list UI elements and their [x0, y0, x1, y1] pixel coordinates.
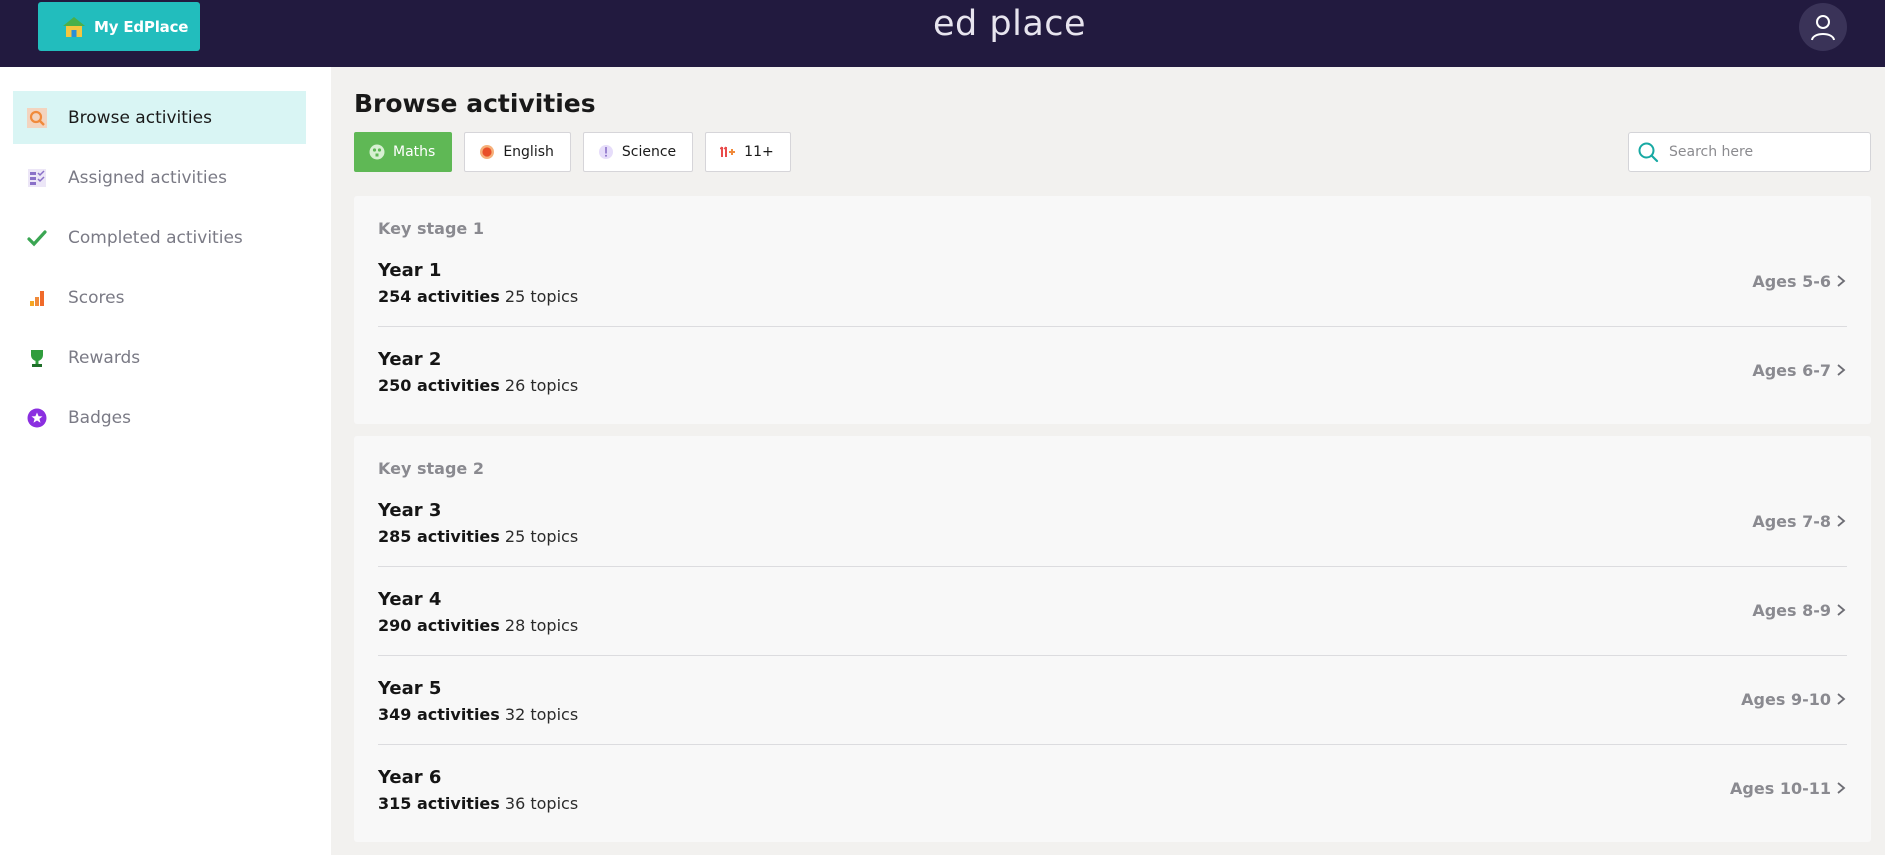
tab-english[interactable]: English: [464, 132, 571, 172]
age-range: Ages 5-6: [1752, 272, 1831, 291]
key-stage-label: Key stage 2: [378, 459, 484, 478]
row-divider: [378, 566, 1847, 567]
year-5-row[interactable]: Year 5 349 activities 32 topics Ages 9-1…: [378, 678, 1847, 767]
year-title: Year 1: [378, 260, 442, 281]
chevron-right-icon: [1837, 515, 1846, 527]
year-title: Year 4: [378, 589, 442, 610]
subject-tabs: Maths English Science 11+: [354, 132, 791, 172]
key-stage-label: Key stage 1: [378, 219, 484, 238]
chevron-right-icon: [1837, 693, 1846, 705]
edplace-logo[interactable]: ed place: [933, 4, 1086, 44]
age-range: Ages 8-9: [1752, 601, 1831, 620]
age-range: Ages 9-10: [1741, 690, 1831, 709]
checklist-icon: [27, 168, 47, 188]
sidebar-item-label: Completed activities: [68, 227, 243, 248]
chevron-right-icon: [1837, 364, 1846, 376]
year-title: Year 6: [378, 767, 442, 788]
topic-count: 25 topics: [504, 287, 579, 306]
search-icon: [1638, 142, 1659, 163]
my-edplace-button[interactable]: My EdPlace: [38, 2, 200, 51]
bar-chart-icon: [27, 288, 47, 308]
sidebar-item-label: Badges: [68, 407, 131, 428]
science-icon: [598, 144, 614, 160]
sidebar-item-assigned-activities[interactable]: Assigned activities: [13, 151, 306, 204]
row-divider: [378, 655, 1847, 656]
tab-label: 11+: [744, 144, 774, 160]
sidebar: Browse activities Assigned activities Co…: [0, 67, 331, 855]
year-2-row[interactable]: Year 2 250 activities 26 topics Ages 6-7: [378, 349, 1847, 438]
sidebar-item-rewards[interactable]: Rewards: [13, 331, 306, 384]
chevron-right-icon: [1837, 604, 1846, 616]
age-range: Ages 10-11: [1730, 779, 1831, 798]
user-icon: [1811, 15, 1835, 41]
sidebar-item-browse-activities[interactable]: Browse activities: [13, 91, 306, 144]
year-title: Year 2: [378, 349, 442, 370]
activity-count: 254 activities: [378, 287, 500, 306]
english-icon: [479, 144, 495, 160]
key-stage-2-card: Key stage 2 Year 3 285 activities 25 top…: [354, 436, 1871, 842]
sidebar-item-label: Assigned activities: [68, 167, 227, 188]
user-avatar-button[interactable]: [1799, 3, 1847, 51]
home-icon: [62, 15, 86, 39]
sidebar-item-badges[interactable]: Badges: [13, 391, 306, 444]
maths-icon: [369, 144, 385, 160]
year-stats: 285 activities 25 topics: [378, 527, 578, 546]
topic-count: 36 topics: [504, 794, 579, 813]
activity-count: 290 activities: [378, 616, 500, 635]
year-title: Year 5: [378, 678, 442, 699]
sidebar-item-label: Browse activities: [68, 107, 212, 128]
activity-count: 285 activities: [378, 527, 500, 546]
tab-label: English: [503, 144, 554, 160]
chevron-right-icon: [1837, 275, 1846, 287]
year-stats: 315 activities 36 topics: [378, 794, 578, 813]
year-stats: 250 activities 26 topics: [378, 376, 578, 395]
year-stats: 254 activities 25 topics: [378, 287, 578, 306]
search-box[interactable]: [1628, 132, 1871, 172]
topic-count: 28 topics: [504, 616, 579, 635]
tab-eleven-plus[interactable]: 11+: [705, 132, 791, 172]
activity-count: 315 activities: [378, 794, 500, 813]
topic-count: 25 topics: [504, 527, 579, 546]
activity-count: 250 activities: [378, 376, 500, 395]
topic-count: 32 topics: [504, 705, 579, 724]
sidebar-item-label: Scores: [68, 287, 125, 308]
row-divider: [378, 326, 1847, 327]
year-6-row[interactable]: Year 6 315 activities 36 topics Ages 10-…: [378, 767, 1847, 855]
activity-count: 349 activities: [378, 705, 500, 724]
year-4-row[interactable]: Year 4 290 activities 28 topics Ages 8-9: [378, 589, 1847, 678]
my-edplace-label: My EdPlace: [94, 17, 189, 36]
tab-science[interactable]: Science: [582, 132, 694, 172]
search-icon: [27, 107, 47, 128]
trophy-icon: [27, 348, 47, 368]
check-icon: [27, 228, 47, 248]
eleven-plus-icon: [720, 144, 736, 160]
search-input[interactable]: [1669, 144, 1859, 160]
year-stats: 290 activities 28 topics: [378, 616, 578, 635]
year-title: Year 3: [378, 500, 442, 521]
sidebar-item-label: Rewards: [68, 347, 141, 368]
row-divider: [378, 744, 1847, 745]
sidebar-item-completed-activities[interactable]: Completed activities: [13, 211, 306, 264]
sidebar-item-scores[interactable]: Scores: [13, 271, 306, 324]
age-range: Ages 7-8: [1752, 512, 1831, 531]
year-1-row[interactable]: Year 1 254 activities 25 topics Ages 5-6: [378, 260, 1847, 349]
top-header: My EdPlace ed place: [0, 0, 1885, 67]
age-range: Ages 6-7: [1752, 361, 1831, 380]
key-stage-1-card: Key stage 1 Year 1 254 activities 25 top…: [354, 196, 1871, 424]
tab-label: Science: [621, 144, 677, 160]
page-title: Browse activities: [354, 89, 596, 118]
tab-maths[interactable]: Maths: [354, 132, 453, 172]
topic-count: 26 topics: [504, 376, 579, 395]
year-stats: 349 activities 32 topics: [378, 705, 578, 724]
chevron-right-icon: [1837, 782, 1846, 794]
badge-star-icon: [27, 408, 47, 428]
year-3-row[interactable]: Year 3 285 activities 25 topics Ages 7-8: [378, 500, 1847, 589]
tab-label: Maths: [393, 144, 436, 160]
